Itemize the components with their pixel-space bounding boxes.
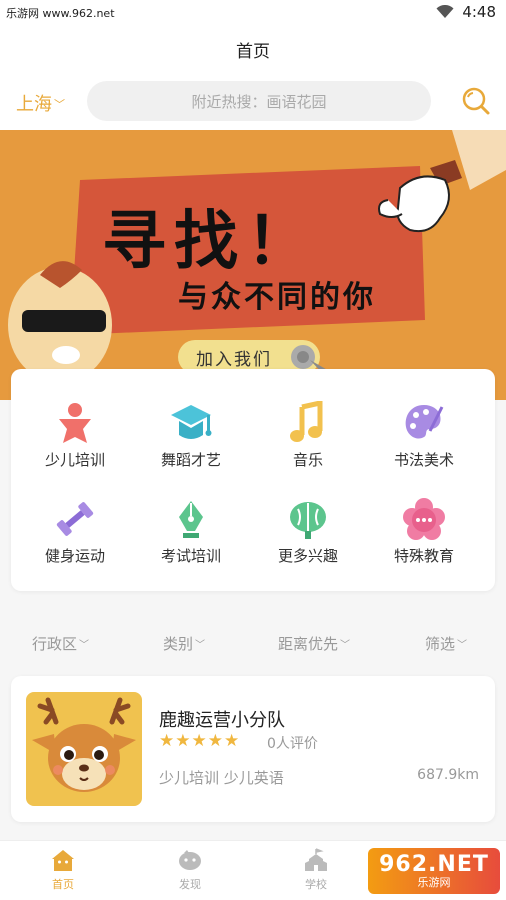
filter-label: 行政区 — [32, 635, 78, 653]
chevron-down-icon: ﹀ — [54, 98, 65, 111]
filter-label: 距离优先 — [278, 635, 339, 653]
search-input[interactable]: 附近热搜：画语花园 — [87, 81, 431, 121]
chevron-down-icon: ﹀ — [340, 640, 351, 651]
filter-category[interactable]: 类别 ﹀ — [163, 633, 205, 654]
tab-school[interactable]: 学校 — [276, 847, 356, 892]
category-fitness[interactable]: 健身运动 — [20, 497, 130, 587]
chevron-down-icon: ﹀ — [457, 640, 468, 651]
chevron-down-icon: ﹀ — [79, 640, 90, 651]
pen-nib-icon — [179, 501, 203, 538]
clock: 4:48 — [462, 3, 496, 21]
category-grid: 少儿培训 舞蹈才艺 音乐 书法美术 健身运动 考试培训 更多兴趣 特殊教育 — [11, 369, 495, 591]
school-icon — [305, 848, 327, 871]
school-tags: 少儿培训 少儿英语 — [159, 769, 284, 787]
tab-label: 首页 — [52, 878, 74, 891]
dumbbell-icon — [56, 502, 94, 536]
category-dance[interactable]: 舞蹈才艺 — [136, 401, 246, 491]
search-placeholder: 附近热搜：画语花园 — [191, 92, 327, 111]
discover-icon — [179, 850, 201, 870]
filter-label: 类别 — [163, 635, 194, 653]
music-note-icon — [290, 401, 323, 442]
chat-flower-icon — [403, 498, 445, 540]
filter-district[interactable]: 行政区 ﹀ — [32, 633, 89, 654]
child-icon — [59, 403, 91, 443]
promo-banner[interactable]: 寻找！ 与众不同的你 加入我们 — [0, 130, 506, 400]
category-label: 书法美术 — [393, 451, 454, 469]
tab-label: 学校 — [305, 878, 327, 891]
watermark-logo: 962.NET 乐游网 — [368, 848, 500, 894]
category-exam[interactable]: 考试培训 — [136, 497, 246, 587]
watermark-text: 962.NET — [379, 851, 489, 877]
banner-headline: 寻找！ — [102, 205, 318, 279]
home-icon — [52, 850, 74, 871]
filter-more[interactable]: 筛选 ﹀ — [425, 633, 467, 654]
category-label: 健身运动 — [44, 547, 105, 565]
graduation-cap-icon — [171, 405, 212, 439]
category-label: 少儿培训 — [44, 451, 105, 469]
tab-label: 发现 — [179, 878, 201, 891]
category-label: 特殊教育 — [393, 547, 454, 565]
school-name: 鹿趣运营小分队 — [159, 710, 285, 731]
deer-icon — [32, 697, 136, 792]
filter-row: 行政区 ﹀ 类别 ﹀ 距离优先 ﹀ 筛选 ﹀ — [0, 625, 506, 665]
banner-subline: 与众不同的你 — [178, 280, 376, 315]
tab-home[interactable]: 首页 — [23, 847, 103, 892]
review-count: 0人评价 — [267, 736, 318, 752]
category-label: 音乐 — [292, 451, 323, 469]
category-more[interactable]: 更多兴趣 — [253, 497, 363, 587]
watermark-subtext: 乐游网 — [417, 875, 451, 889]
category-label: 舞蹈才艺 — [160, 451, 221, 469]
category-art[interactable]: 书法美术 — [369, 401, 479, 491]
tab-discover[interactable]: 发现 — [150, 847, 230, 892]
join-us-button[interactable]: 加入我们 — [196, 345, 272, 370]
filter-label: 筛选 — [425, 635, 456, 653]
page-title: 首页 — [236, 41, 270, 62]
title-bar: 首页 — [0, 26, 506, 72]
category-special-ed[interactable]: 特殊教育 — [369, 497, 479, 587]
search-row: 上海 ﹀ 附近热搜：画语花园 — [0, 72, 506, 130]
category-label: 更多兴趣 — [277, 547, 338, 565]
carrier-text: 乐游网 www.962.net — [6, 7, 115, 20]
chevron-down-icon: ﹀ — [195, 640, 206, 651]
filter-distance[interactable]: 距离优先 ﹀ — [278, 633, 350, 654]
school-distance: 687.9km — [417, 767, 479, 783]
rating-stars: ★★★★★ — [159, 731, 241, 751]
city-label: 上海 — [16, 94, 52, 115]
search-icon[interactable] — [461, 86, 491, 116]
school-logo — [26, 692, 142, 806]
category-label: 考试培训 — [160, 547, 221, 565]
category-music[interactable]: 音乐 — [253, 401, 363, 491]
wifi-icon — [436, 5, 454, 18]
brain-icon — [290, 502, 326, 539]
city-selector[interactable]: 上海 ﹀ — [16, 90, 65, 116]
status-right: 4:48 — [436, 3, 496, 21]
palette-icon — [405, 405, 444, 439]
status-bar: 乐游网 www.962.net 4:48 — [0, 0, 506, 26]
category-kids-training[interactable]: 少儿培训 — [20, 401, 130, 491]
school-list-item[interactable]: 鹿趣运营小分队 ★★★★★ 0人评价 少儿培训 少儿英语 687.9km — [11, 676, 495, 822]
